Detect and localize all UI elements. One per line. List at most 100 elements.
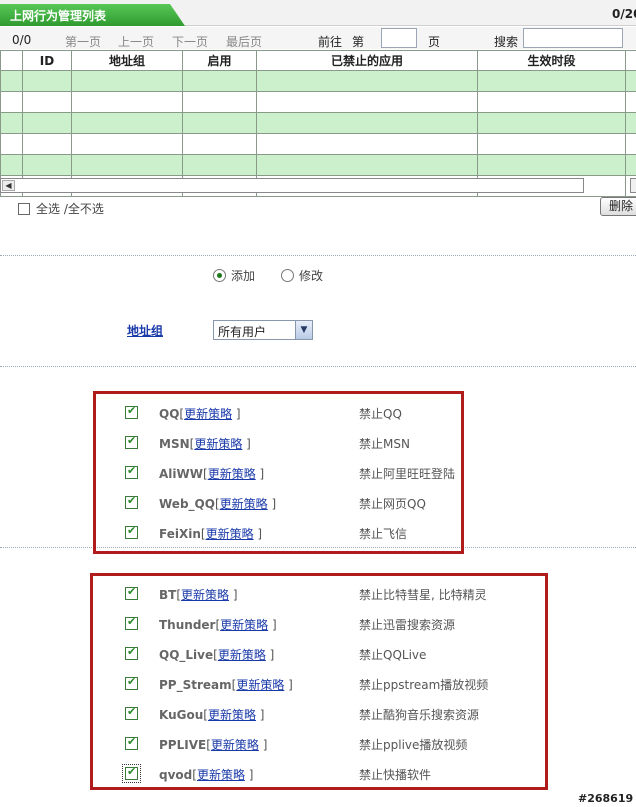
policy-table: ID 地址组 启用 已禁止的应用 生效时段 <box>0 50 636 197</box>
policy-name: Thunder[更新策略 ] <box>159 618 277 632</box>
policy-desc: 禁止阿里旺旺登陆 <box>359 467 456 481</box>
col-header-address-group[interactable]: 地址组 <box>71 50 183 71</box>
table-row <box>0 112 636 134</box>
search-input[interactable] <box>523 28 623 48</box>
chevron-down-icon[interactable]: ▼ <box>295 321 312 339</box>
policy-name: FeiXin[更新策略 ] <box>159 527 263 541</box>
policy-row-qvod: qvod[更新策略 ] 禁止快播软件 <box>0 764 636 783</box>
policy-name: BT[更新策略 ] <box>159 588 238 602</box>
policy-row-feixin: FeiXin[更新策略 ] 禁止飞信 <box>0 524 636 542</box>
policy-name: QQ_Live[更新策略 ] <box>159 648 275 662</box>
policy-desc: 禁止比特彗星, 比特精灵 <box>359 588 487 602</box>
policy-row-qq: QQ[更新策略 ] 禁止QQ <box>0 404 636 422</box>
page-number-input[interactable] <box>381 28 417 48</box>
policy-name: qvod[更新策略 ] <box>159 768 254 782</box>
update-policy-link[interactable]: 更新策略 <box>211 738 259 752</box>
total-count: 0/20 <box>612 7 636 21</box>
address-group-select[interactable]: 所有用户 ▼ <box>213 320 313 340</box>
policy-checkbox[interactable] <box>125 434 138 449</box>
policy-desc: 禁止迅雷搜索资源 <box>359 618 456 632</box>
policy-desc: 禁止酷狗音乐搜索资源 <box>359 708 480 722</box>
policy-name: MSN[更新策略 ] <box>159 437 251 451</box>
update-policy-link[interactable]: 更新策略 <box>194 437 242 451</box>
update-policy-link[interactable]: 更新策略 <box>184 407 232 421</box>
policy-row-qqlive: QQ_Live[更新策略 ] 禁止QQLive <box>0 645 636 663</box>
edit-radio-label: 修改 <box>299 269 324 283</box>
watermark: #268619 <box>578 792 634 805</box>
policy-row-pplive: PPLIVE[更新策略 ] 禁止pplive播放视频 <box>0 735 636 753</box>
scroll-left-icon[interactable]: ◀ <box>2 180 15 191</box>
policy-desc: 禁止飞信 <box>359 527 408 541</box>
policy-desc: 禁止ppstream播放视频 <box>359 678 489 692</box>
divider <box>0 255 636 256</box>
update-policy-link[interactable]: 更新策略 <box>236 678 284 692</box>
policy-row-kugou: KuGou[更新策略 ] 禁止酷狗音乐搜索资源 <box>0 705 636 723</box>
update-policy-link[interactable]: 更新策略 <box>206 527 254 541</box>
delete-button[interactable]: 删除 <box>600 197 636 216</box>
policy-desc: 禁止网页QQ <box>359 497 426 511</box>
col-header-time-period[interactable]: 生效时段 <box>477 50 626 71</box>
policy-name: Web_QQ[更新策略 ] <box>159 497 277 511</box>
next-page-link[interactable]: 下一页 <box>172 33 208 50</box>
col-header-enabled[interactable]: 启用 <box>182 50 257 71</box>
policy-row-aliww: AliWW[更新策略 ] 禁止阿里旺旺登陆 <box>0 464 636 482</box>
update-policy-link[interactable]: 更新策略 <box>208 467 256 481</box>
policy-row-ppstream: PP_Stream[更新策略 ] 禁止ppstream播放视频 <box>0 675 636 693</box>
goto-label: 前往 <box>318 35 343 49</box>
policy-name: AliWW[更新策略 ] <box>159 467 265 481</box>
policy-row-msn: MSN[更新策略 ] 禁止MSN <box>0 434 636 452</box>
policy-desc: 禁止pplive播放视频 <box>359 738 468 752</box>
policy-checkbox[interactable] <box>125 615 138 630</box>
record-count: 0/0 <box>12 33 32 47</box>
update-policy-link[interactable]: 更新策略 <box>218 648 266 662</box>
divider <box>0 366 636 367</box>
table-header-row: ID 地址组 启用 已禁止的应用 生效时段 <box>0 50 636 71</box>
select-all[interactable]: 全选 /全不选 <box>18 200 104 217</box>
col-header-extra <box>625 50 636 71</box>
policy-desc: 禁止快播软件 <box>359 768 432 782</box>
page-prefix-label: 第 <box>352 35 365 49</box>
policy-row-webqq: Web_QQ[更新策略 ] 禁止网页QQ <box>0 494 636 512</box>
policy-checkbox[interactable] <box>125 585 138 600</box>
page-title: 上网行为管理列表 <box>10 9 107 23</box>
policy-checkbox[interactable] <box>125 645 138 660</box>
prev-page-link[interactable]: 上一页 <box>118 33 154 50</box>
policy-checkbox[interactable] <box>122 764 141 783</box>
edit-radio[interactable] <box>281 269 295 282</box>
col-header-blocked-apps[interactable]: 已禁止的应用 <box>256 50 478 71</box>
title-tab: 上网行为管理列表 <box>0 4 185 26</box>
scrollbar-thumb[interactable] <box>630 178 636 193</box>
policy-name: PP_Stream[更新策略 ] <box>159 678 293 692</box>
update-policy-link[interactable]: 更新策略 <box>181 588 229 602</box>
policy-checkbox[interactable] <box>125 705 138 720</box>
update-policy-link[interactable]: 更新策略 <box>220 497 268 511</box>
policy-desc: 禁止MSN <box>359 437 410 451</box>
table-row <box>0 91 636 113</box>
policy-checkbox[interactable] <box>125 464 138 479</box>
horizontal-scrollbar[interactable]: ◀ <box>0 178 584 193</box>
add-radio[interactable] <box>213 269 226 282</box>
col-header-id[interactable]: ID <box>22 50 72 71</box>
update-policy-link[interactable]: 更新策略 <box>197 768 245 782</box>
policy-checkbox[interactable] <box>125 494 138 509</box>
title-bar: 上网行为管理列表 0/20 <box>0 0 636 26</box>
policy-name: QQ[更新策略 ] <box>159 407 241 421</box>
policy-desc: 禁止QQLive <box>359 648 427 662</box>
mode-radio-group: 添加 修改 <box>213 267 349 284</box>
policy-checkbox[interactable] <box>125 404 138 419</box>
update-policy-link[interactable]: 更新策略 <box>208 708 256 722</box>
policy-desc: 禁止QQ <box>359 407 402 421</box>
add-radio-label: 添加 <box>231 269 256 283</box>
last-page-link[interactable]: 最后页 <box>226 33 262 50</box>
update-policy-link[interactable]: 更新策略 <box>220 618 268 632</box>
table-row <box>0 154 636 176</box>
policy-checkbox[interactable] <box>125 735 138 750</box>
first-page-link[interactable]: 第一页 <box>65 33 101 50</box>
policy-checkbox[interactable] <box>125 675 138 690</box>
select-all-checkbox[interactable] <box>18 202 30 215</box>
address-group-value: 所有用户 <box>218 325 267 339</box>
table-row <box>0 133 636 155</box>
col-header-select <box>0 50 23 71</box>
policy-checkbox[interactable] <box>125 524 138 539</box>
address-group-link[interactable]: 地址组 <box>127 322 163 339</box>
